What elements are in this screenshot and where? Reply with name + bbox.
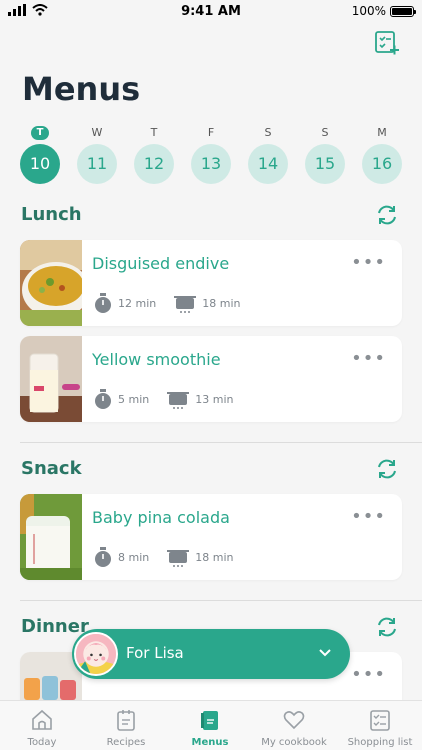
day-of-week: T <box>150 126 158 139</box>
battery-percent: 100% <box>351 4 386 18</box>
day-of-week: S <box>264 126 272 139</box>
recipe-card[interactable]: Baby pina colada ••• 8 min 18 min <box>20 494 402 580</box>
recipe-image <box>20 336 82 422</box>
day-item[interactable]: S 15 <box>305 126 345 184</box>
recipe-times: 5 min 13 min <box>94 389 234 409</box>
recipe-card[interactable]: Yellow smoothie ••• 5 min 13 min <box>20 336 402 422</box>
day-number: 10 <box>20 144 60 184</box>
more-options-button[interactable]: ••• <box>351 666 386 684</box>
day-item[interactable]: F 13 <box>191 126 231 184</box>
recipe-card-icon <box>117 710 135 731</box>
day-item[interactable]: T 10 <box>20 126 60 184</box>
prep-time: 5 min <box>118 392 150 406</box>
cooking-pot-icon <box>167 392 190 409</box>
section-title-snack: Snack <box>21 458 82 479</box>
day-number: 11 <box>77 144 117 184</box>
recipe-name: Disguised endive <box>92 254 230 273</box>
day-number: 16 <box>362 144 402 184</box>
day-selector: T 10 W 11 T 12 F 13 S 14 S 15 M 16 <box>20 126 404 186</box>
more-options-button[interactable]: ••• <box>351 254 386 272</box>
timer-icon <box>95 293 111 313</box>
tab-today[interactable]: Today <box>0 701 84 750</box>
day-item[interactable]: W 11 <box>77 126 117 184</box>
day-of-week: S <box>321 126 329 139</box>
section-title-dinner: Dinner <box>21 616 89 637</box>
more-options-button[interactable]: ••• <box>351 350 386 368</box>
heart-icon <box>283 711 305 730</box>
cooking-pot-icon <box>167 550 190 567</box>
recipe-name: Baby pina colada <box>92 508 230 527</box>
profile-label: For Lisa <box>126 644 184 662</box>
battery-icon <box>390 5 416 17</box>
tab-bar: Today Recipes Menus My cookbook Shopping… <box>0 700 422 750</box>
child-avatar <box>74 632 118 676</box>
day-number: 15 <box>305 144 345 184</box>
day-of-week: T <box>31 126 49 140</box>
battery-area: 100% <box>351 4 416 18</box>
day-of-week: F <box>207 126 215 139</box>
day-item[interactable]: S 14 <box>248 126 288 184</box>
cooking-pot-icon <box>174 296 197 313</box>
day-item[interactable]: T 12 <box>134 126 174 184</box>
cook-time: 18 min <box>195 550 234 564</box>
checklist-icon <box>370 710 390 731</box>
tab-label: Shopping list <box>347 737 413 748</box>
prep-time: 12 min <box>118 296 157 310</box>
section-divider <box>20 600 422 601</box>
timer-icon <box>95 547 111 567</box>
tab-label: Menus <box>191 737 229 748</box>
day-number: 14 <box>248 144 288 184</box>
recipe-image <box>20 240 82 326</box>
tab-label: Recipes <box>106 737 146 748</box>
page-title: Menus <box>22 70 141 108</box>
day-item[interactable]: M 16 <box>362 126 402 184</box>
home-icon <box>32 709 52 730</box>
menu-book-icon <box>201 711 218 730</box>
status-bar: 9:41 AM 100% <box>0 0 422 24</box>
tab-menus[interactable]: Menus <box>168 701 252 750</box>
day-number: 12 <box>134 144 174 184</box>
day-of-week: M <box>377 126 387 139</box>
tab-label: My cookbook <box>261 737 327 748</box>
prep-time: 8 min <box>118 550 150 564</box>
more-options-button[interactable]: ••• <box>351 508 386 526</box>
section-title-lunch: Lunch <box>21 204 82 225</box>
recipe-card[interactable]: Disguised endive ••• 12 min 18 min <box>20 240 402 326</box>
timer-icon <box>95 389 111 409</box>
day-number: 13 <box>191 144 231 184</box>
profile-selector[interactable]: For Lisa <box>72 629 350 679</box>
recipe-name: Yellow smoothie <box>92 350 221 369</box>
add-menu-icon[interactable] <box>374 30 400 56</box>
cook-time: 13 min <box>195 392 234 406</box>
recipe-image <box>20 494 82 580</box>
tab-shopping-list[interactable]: Shopping list <box>338 701 422 750</box>
tab-my-cookbook[interactable]: My cookbook <box>252 701 336 750</box>
tab-label: Today <box>27 737 57 748</box>
day-of-week: W <box>91 126 103 139</box>
refresh-icon[interactable] <box>374 202 400 228</box>
recipe-times: 8 min 18 min <box>94 547 234 567</box>
refresh-icon[interactable] <box>374 456 400 482</box>
refresh-icon[interactable] <box>374 614 400 640</box>
tab-recipes[interactable]: Recipes <box>84 701 168 750</box>
chevron-down-icon <box>319 649 331 657</box>
section-divider <box>20 442 422 443</box>
cook-time: 18 min <box>202 296 241 310</box>
recipe-times: 12 min 18 min <box>94 293 241 313</box>
